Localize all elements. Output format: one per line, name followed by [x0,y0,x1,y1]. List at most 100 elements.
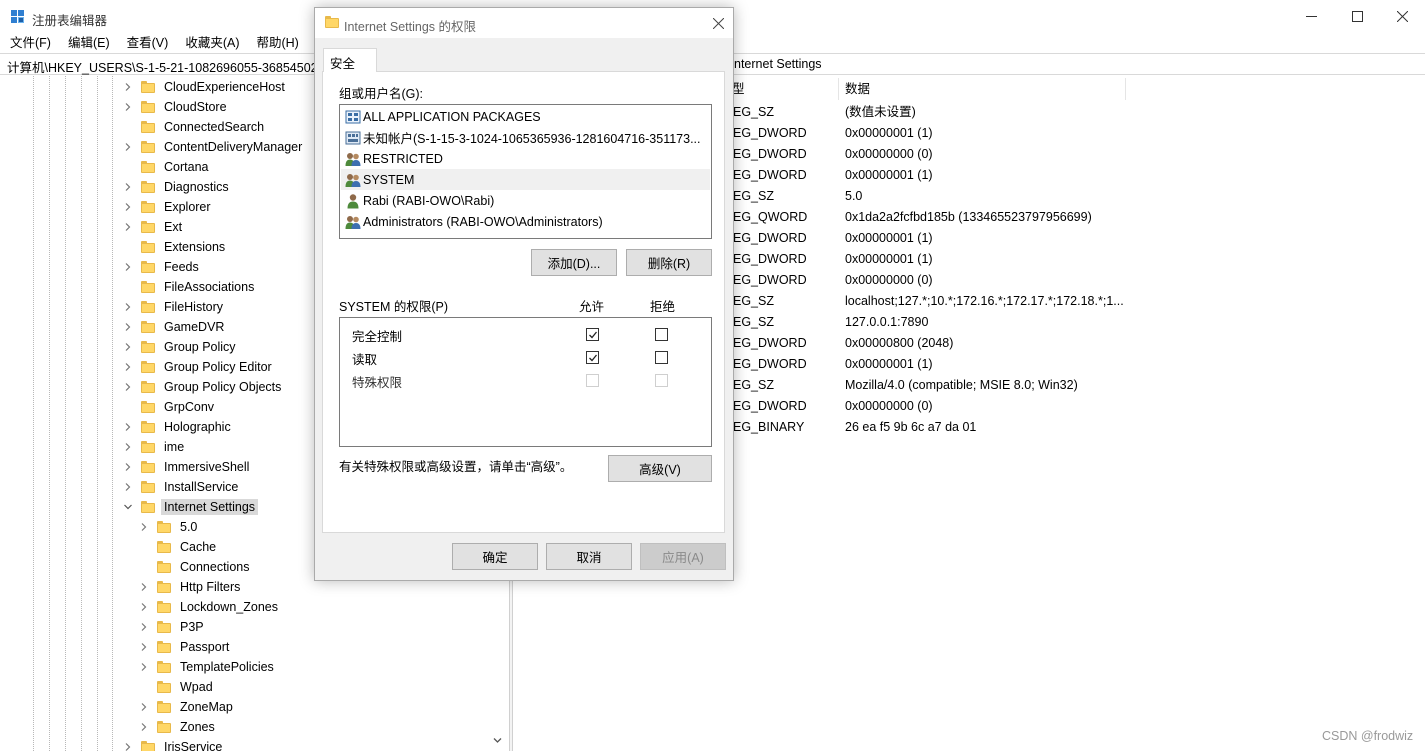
tree-item[interactable]: ime [123,437,187,457]
column-header-type[interactable]: 型 [726,78,839,100]
value-type[interactable]: EG_DWORD [733,123,807,144]
user-list-item[interactable]: 未知帐户(S-1-15-3-1024-1065365936-1281604716… [341,127,710,148]
tree-item[interactable]: ImmersiveShell [123,457,252,477]
menu-edit[interactable]: 编辑(E) [58,33,117,53]
value-data[interactable]: 5.0 [845,186,862,207]
value-type[interactable]: EG_DWORD [733,165,807,186]
value-type[interactable]: EG_DWORD [733,354,807,375]
tree-item[interactable]: FileHistory [123,297,226,317]
value-type[interactable]: EG_SZ [733,102,774,123]
allow-checkbox[interactable] [586,328,599,341]
advanced-button[interactable]: 高级(V) [608,455,712,482]
chevron-right-icon[interactable] [123,82,133,92]
chevron-right-icon[interactable] [123,202,133,212]
chevron-right-icon[interactable] [123,222,133,232]
tree-item[interactable]: Extensions [123,237,228,257]
chevron-down-icon[interactable] [123,502,133,512]
user-list-item[interactable]: Administrators (RABI-OWO\Administrators) [341,211,710,232]
user-list-item[interactable]: Rabi (RABI-OWO\Rabi) [341,190,710,211]
value-type[interactable]: EG_QWORD [733,207,807,228]
chevron-right-icon[interactable] [123,102,133,112]
value-data[interactable]: 0x00000000 (0) [845,396,933,417]
user-list-item[interactable]: SYSTEM [341,169,710,190]
menu-view[interactable]: 查看(V) [117,33,176,53]
tree-item[interactable]: Internet Settings [123,497,259,517]
tree-item[interactable]: IrisService [123,737,225,751]
tree-item[interactable]: CloudStore [123,97,230,117]
chevron-right-icon[interactable] [139,622,149,632]
value-type[interactable]: EG_BINARY [733,417,804,438]
value-type[interactable]: EG_DWORD [733,396,807,417]
column-header-data[interactable]: 数据 [839,78,1126,100]
chevron-right-icon[interactable] [123,182,133,192]
tree-item[interactable]: ZoneMap [139,697,236,717]
menu-help[interactable]: 帮助(H) [246,33,305,53]
tree-item[interactable]: InstallService [123,477,241,497]
tab-security[interactable]: 安全 [323,48,377,72]
value-type[interactable]: EG_SZ [733,375,774,396]
tree-item[interactable]: Zones [139,717,218,737]
ok-button[interactable]: 确定 [452,543,538,570]
tree-item[interactable]: Lockdown_Zones [139,597,281,617]
chevron-right-icon[interactable] [123,322,133,332]
value-data[interactable]: 0x00000000 (0) [845,270,933,291]
value-type[interactable]: EG_SZ [733,291,774,312]
value-data[interactable]: 127.0.0.1:7890 [845,312,928,333]
value-data[interactable]: Mozilla/4.0 (compatible; MSIE 8.0; Win32… [845,375,1078,396]
user-list-item[interactable]: ALL APPLICATION PACKAGES [341,106,710,127]
maximize-button[interactable] [1334,0,1380,33]
menu-file[interactable]: 文件(F) [0,33,58,53]
tree-item[interactable]: Wpad [139,677,216,697]
value-data[interactable]: 0x00000001 (1) [845,228,933,249]
chevron-right-icon[interactable] [123,422,133,432]
tree-item[interactable]: Group Policy Objects [123,377,284,397]
chevron-right-icon[interactable] [139,722,149,732]
tree-item[interactable]: Cache [139,537,219,557]
users-listbox[interactable]: ALL APPLICATION PACKAGES 未知帐户(S-1-15-3-10… [339,104,712,239]
tree-item[interactable]: Explorer [123,197,214,217]
value-data[interactable]: 0x00000001 (1) [845,123,933,144]
deny-checkbox[interactable] [655,328,668,341]
value-type[interactable]: EG_DWORD [733,228,807,249]
tree-item[interactable]: Passport [139,637,232,657]
apply-button[interactable]: 应用(A) [640,543,726,570]
tree-item[interactable]: Ext [123,217,185,237]
value-type[interactable]: EG_SZ [733,312,774,333]
value-data[interactable]: 0x00000001 (1) [845,354,933,375]
tree-item[interactable]: FileAssociations [123,277,257,297]
remove-button[interactable]: 删除(R) [626,249,712,276]
tree-item[interactable]: CloudExperienceHost [123,77,288,97]
menu-favorites[interactable]: 收藏夹(A) [175,33,246,53]
tree-item[interactable]: Http Filters [139,577,243,597]
value-data[interactable]: 0x00000000 (0) [845,144,933,165]
tree-item[interactable]: ContentDeliveryManager [123,137,305,157]
chevron-right-icon[interactable] [123,482,133,492]
chevron-right-icon[interactable] [123,742,133,751]
value-data[interactable]: 26 ea f5 9b 6c a7 da 01 [845,417,976,438]
value-data[interactable]: 0x00000001 (1) [845,249,933,270]
deny-checkbox[interactable] [655,351,668,364]
value-type[interactable]: EG_DWORD [733,333,807,354]
tree-item[interactable]: Connections [139,557,253,577]
tree-item[interactable]: Cortana [123,157,211,177]
chevron-right-icon[interactable] [123,342,133,352]
value-type[interactable]: EG_DWORD [733,270,807,291]
value-data[interactable]: 0x00000001 (1) [845,165,933,186]
close-button[interactable] [1379,0,1425,33]
chevron-right-icon[interactable] [139,522,149,532]
dialog-close-button[interactable] [709,14,727,32]
value-data[interactable]: 0x1da2a2fcfbd185b (133465523797956699) [845,207,1092,228]
chevron-right-icon[interactable] [139,662,149,672]
tree-item[interactable]: Diagnostics [123,177,232,197]
tree-item[interactable]: Group Policy Editor [123,357,275,377]
value-data[interactable]: 0x00000800 (2048) [845,333,953,354]
value-type[interactable]: EG_DWORD [733,144,807,165]
user-list-item[interactable]: RESTRICTED [341,148,710,169]
chevron-right-icon[interactable] [123,302,133,312]
chevron-right-icon[interactable] [123,362,133,372]
chevron-right-icon[interactable] [139,702,149,712]
value-data[interactable]: (数值未设置) [845,102,916,123]
tree-item[interactable]: ConnectedSearch [123,117,267,137]
tree-item[interactable]: P3P [139,617,207,637]
tree-item[interactable]: TemplatePolicies [139,657,277,677]
